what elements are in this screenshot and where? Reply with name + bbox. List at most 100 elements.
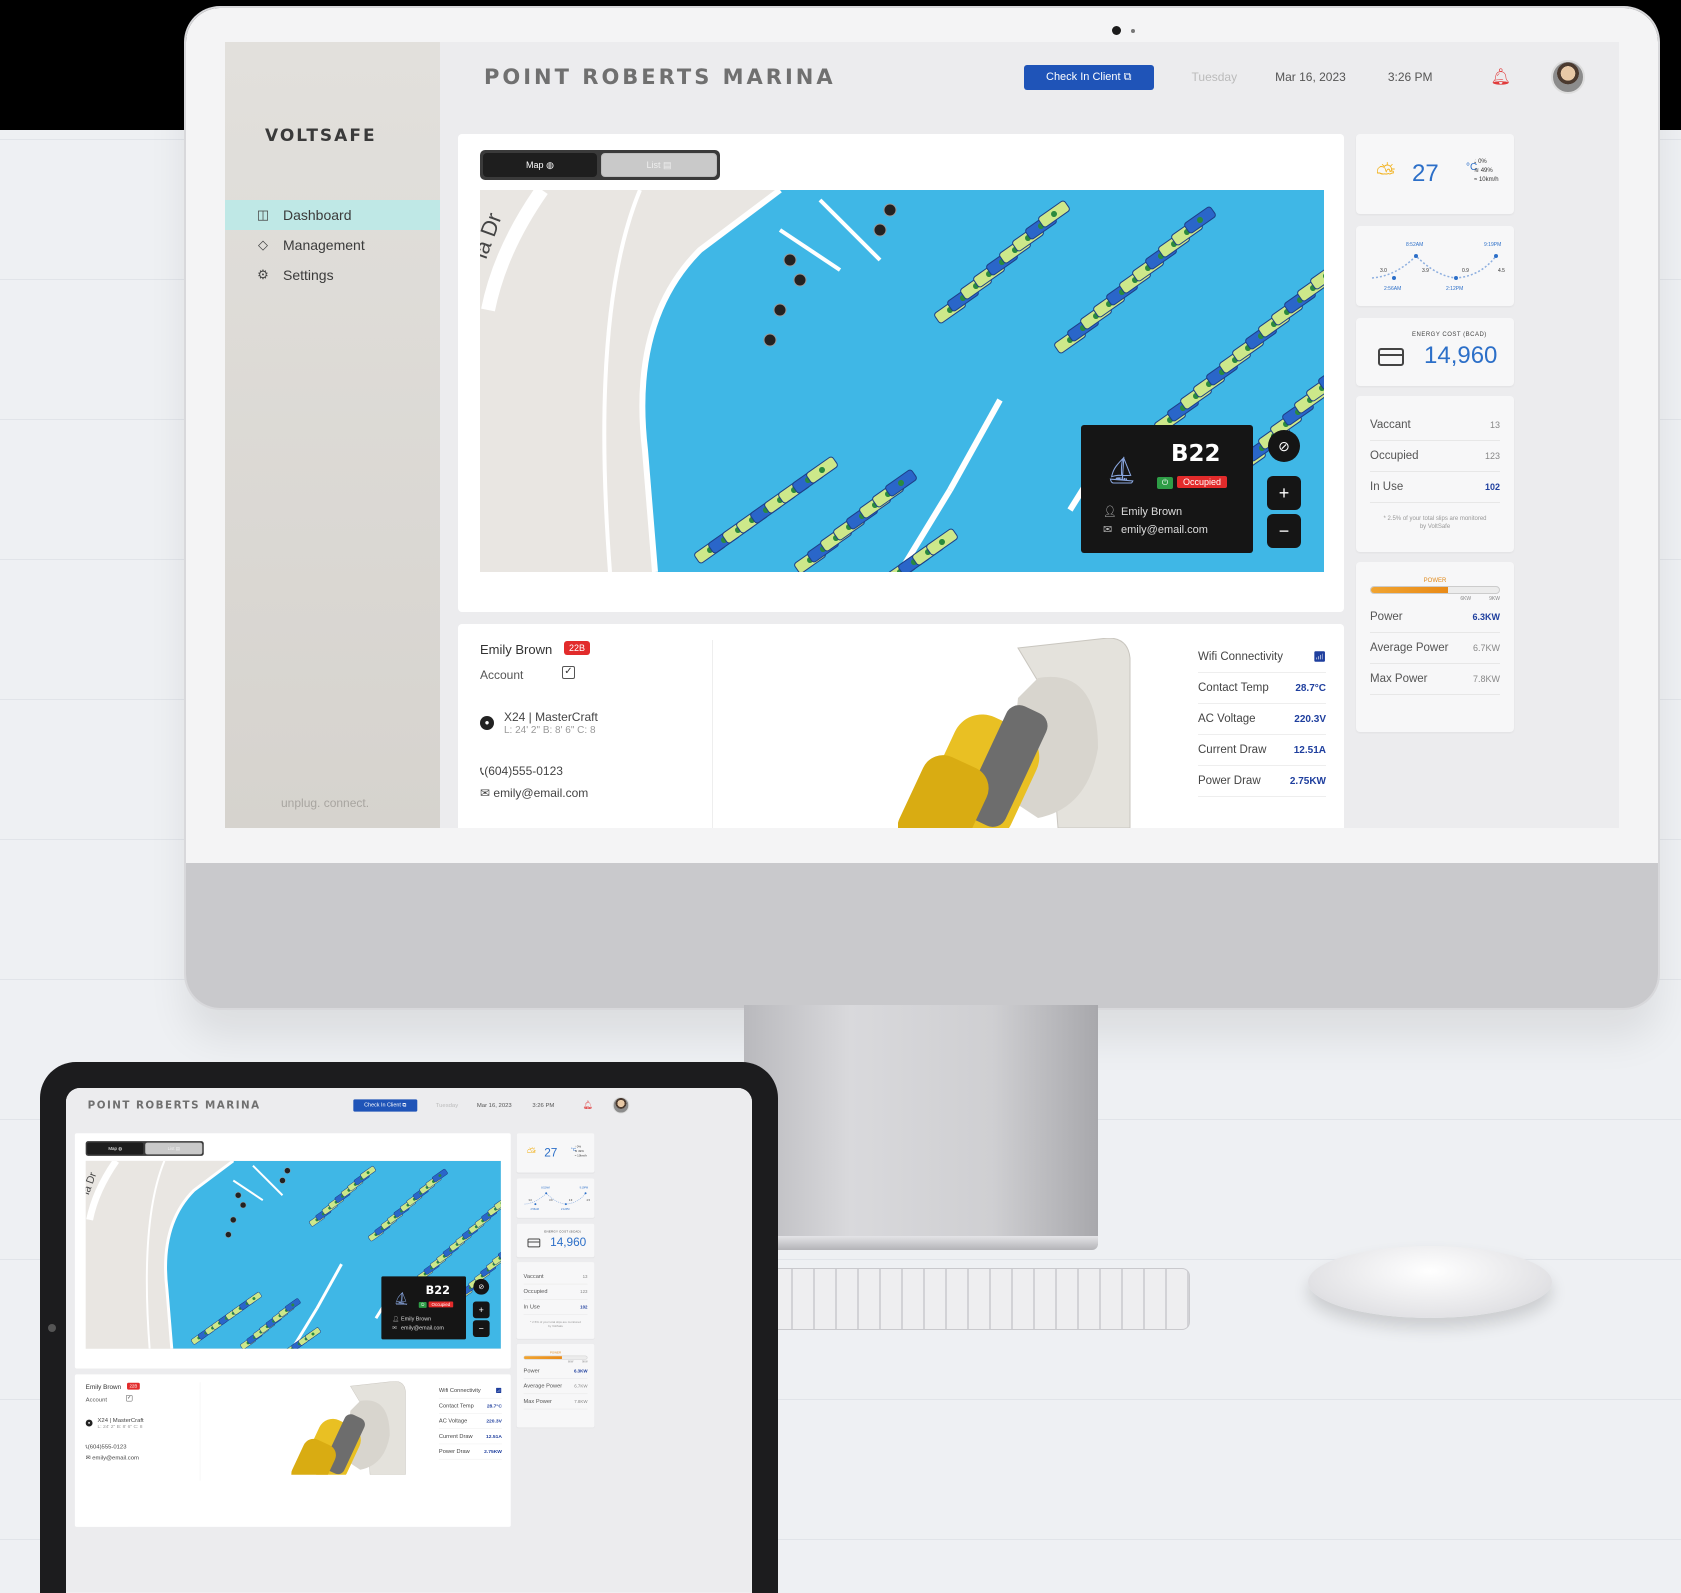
boat-name: X24 | MasterCraft — [504, 710, 598, 724]
power-label: POWER — [549, 1351, 562, 1355]
bell-icon[interactable]: 🔔︎ — [1491, 67, 1511, 87]
plug-icon: ⏻ — [418, 1302, 427, 1308]
metric-value: 12.51A — [486, 1433, 502, 1440]
power-row-label: Max Power — [1370, 673, 1428, 685]
sidebar-item-dashboard[interactable]: ◫ Dashboard — [225, 200, 440, 230]
tablet-app-host: VOLTSAFE ◫ Dashboard ◇ Management ⚙ Sett… — [66, 1088, 752, 1593]
svg-text:0.9: 0.9 — [569, 1199, 573, 1202]
power-bar-fill — [1371, 587, 1448, 593]
main-content: POINT ROBERTS MARINA Check In Client ⧉ T… — [440, 42, 1619, 828]
sidebar-item-management[interactable]: ◇ Management — [225, 230, 440, 260]
metric-value: 12.51A — [1293, 744, 1326, 756]
power-row-value: 6.7KW — [574, 1383, 588, 1389]
magic-mouse — [1308, 1246, 1552, 1318]
list-tab-label: List — [167, 1146, 175, 1151]
mooring-buoy — [873, 223, 887, 237]
humidity-text: 49% — [1480, 168, 1493, 174]
stat-value: 13 — [582, 1273, 588, 1279]
power-row-label: Power — [1370, 611, 1403, 623]
mail-icon: ✉ — [1103, 524, 1113, 536]
avatar[interactable] — [1550, 60, 1585, 94]
email-text: emily@email.com — [493, 786, 589, 800]
compass-icon[interactable]: ⊘ — [1268, 430, 1300, 462]
sidebar: VOLTSAFE ◫ Dashboard ◇ Management ⚙ Sett… — [225, 42, 440, 828]
avatar[interactable] — [612, 1096, 630, 1114]
slip-popup[interactable]: ⛵︎ B22 ⏻ Occupied 👤︎ Emily Brown ✉ emily@e… — [1081, 425, 1253, 553]
map-view-tab[interactable]: Map ◍ — [87, 1142, 144, 1155]
metric-row: Contact Temp 28.7°C — [438, 1398, 502, 1414]
check-in-client-button[interactable]: Check In Client ⧉ — [353, 1099, 418, 1112]
zoom-out-button[interactable]: − — [1267, 514, 1301, 548]
popup-email: ✉ emily@email.com — [392, 1325, 444, 1331]
stat-label: Occupied — [523, 1288, 548, 1295]
svg-text:3.0: 3.0 — [1380, 268, 1387, 274]
mooring-buoy — [783, 253, 797, 267]
map-view-tab[interactable]: Map ◍ — [483, 153, 597, 177]
metric-value: 28.7°C — [1295, 682, 1326, 694]
precip-text: 0% — [576, 1145, 582, 1149]
humidity-text: 49% — [578, 1149, 584, 1153]
stat-row: Occupied 123 — [1370, 441, 1500, 472]
boat-name: X24 | MasterCraft — [97, 1416, 144, 1424]
check-in-client-button[interactable]: Check In Client ⧉ — [1024, 64, 1154, 90]
marina-map-card: Map ◍ List ▤ ia Dr ⛵︎ B22 ⏻ Occupied 👤︎ … — [74, 1133, 511, 1369]
power-row-value: 7.8KW — [1472, 674, 1500, 684]
slips-note: * 2.5% of your total slips are monitored… — [1383, 516, 1487, 530]
map-tab-label: Map — [526, 160, 544, 170]
mooring-buoy — [225, 1231, 232, 1238]
compass-icon[interactable]: ⊘ — [473, 1278, 490, 1295]
client-email: ✉ emily@email.com — [480, 786, 588, 800]
power-bar-fill — [524, 1356, 562, 1360]
client-name: Emily Brown — [480, 642, 553, 657]
popup-email-text: emily@email.com — [401, 1325, 444, 1332]
power-bar — [1370, 586, 1500, 594]
svg-text:2:12PM: 2:12PM — [561, 1208, 569, 1211]
mooring-buoy — [230, 1216, 237, 1224]
metric-label: Wifi Connectivity — [1198, 651, 1283, 663]
globe-icon: ◍ — [118, 1145, 123, 1151]
shore-power-plug-image — [898, 638, 1131, 828]
view-toggle: Map ◍ List ▤ — [85, 1141, 204, 1156]
bell-icon[interactable]: 🔔︎ — [583, 1100, 593, 1110]
walkway — [145, 1160, 166, 1349]
shore-power-plug-image — [291, 1381, 406, 1475]
zoom-out-button[interactable]: − — [472, 1320, 490, 1337]
account-checkbox[interactable]: ✓ — [126, 1395, 133, 1402]
weather-card: ⛅︎ 27 °C 💧︎ 0% ≋ 49% ≈ 10km/h — [1356, 134, 1514, 214]
metric-label: Contact Temp — [438, 1402, 474, 1409]
energy-cost-card: ENERGY COST (BCAD) 14,960 — [1356, 318, 1514, 386]
mooring-buoy — [773, 303, 787, 317]
list-view-tab[interactable]: List ▤ — [601, 153, 717, 177]
power-row: Average Power 6.7KW — [1370, 633, 1500, 664]
power-row-value: 6.7KW — [1472, 643, 1500, 653]
monitor-stand-base — [756, 1236, 1098, 1250]
zoom-in-button[interactable]: + — [1267, 476, 1301, 510]
slip-stats-card: Vaccant 13 Occupied 123 In Use 102 * 2.5% o… — [516, 1262, 595, 1339]
plug-icon: ⏻ — [1157, 477, 1173, 489]
zoom-in-button[interactable]: + — [472, 1301, 490, 1319]
metric-row: Contact Temp 28.7°C — [1198, 673, 1326, 704]
mooring-buoy — [763, 333, 777, 347]
marina-map[interactable]: ia Dr ⛵︎ B22 ⏻ Occupied 👤︎ Emily Brown ✉ e… — [85, 1160, 501, 1349]
power-label: POWER — [1423, 578, 1447, 584]
person-icon: 👤︎ — [392, 1316, 400, 1323]
keyboard — [770, 1268, 1190, 1330]
marina-map[interactable]: ia Dr ⛵︎ B22 ⏻ Occupied 👤︎ Emily Brown ✉ e… — [480, 190, 1324, 572]
account-checkbox[interactable]: ✓ — [562, 666, 575, 679]
view-toggle: Map ◍ List ▤ — [480, 150, 720, 180]
humidity-icon: ≋ — [1474, 168, 1480, 174]
sidebar-item-settings[interactable]: ⚙ Settings — [225, 260, 440, 290]
slip-popup[interactable]: ⛵︎ B22 ⏻ Occupied 👤︎ Emily Brown ✉ emily@e… — [381, 1276, 466, 1340]
stat-row: Vaccant 13 — [1370, 410, 1500, 441]
weather-card: ⛅︎ 27 °C 💧︎ 0% ≋ 49% ≈ 10km/h — [516, 1133, 595, 1173]
metric-value: 28.7°C — [486, 1403, 502, 1409]
svg-text:4.5: 4.5 — [1498, 268, 1505, 274]
stat-label: In Use — [523, 1303, 540, 1310]
boat-dimensions: L: 24' 2" B: 8' 6" C: 8 — [97, 1424, 143, 1430]
popup-email: ✉ emily@email.com — [1103, 523, 1208, 536]
metric-row: Current Draw 12.51A — [438, 1429, 502, 1445]
slip-number: B22 — [1171, 441, 1221, 467]
list-view-tab[interactable]: List ▤ — [145, 1142, 203, 1155]
list-tab-label: List — [646, 160, 661, 170]
voltsafe-logo: VOLTSAFE — [265, 126, 377, 146]
